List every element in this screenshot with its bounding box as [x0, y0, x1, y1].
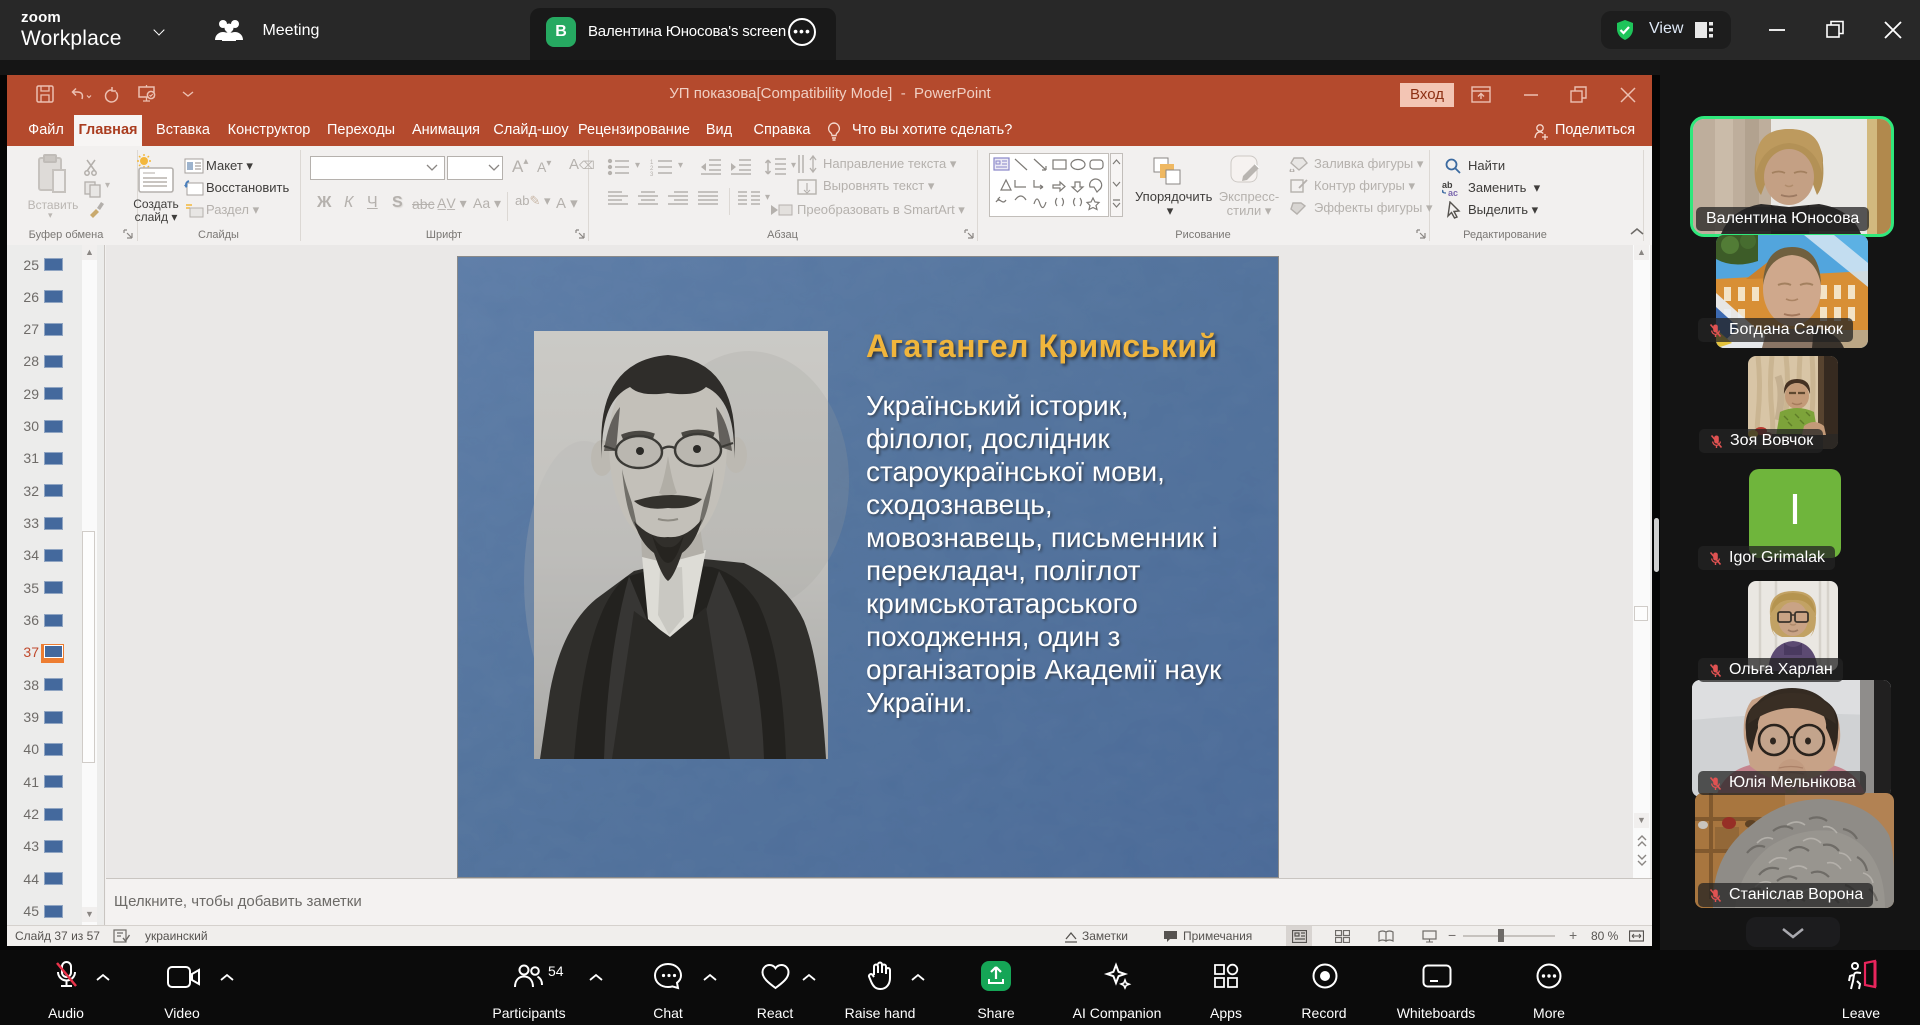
svg-text:ac: ac — [1448, 188, 1458, 197]
svg-text:3: 3 — [650, 172, 654, 176]
